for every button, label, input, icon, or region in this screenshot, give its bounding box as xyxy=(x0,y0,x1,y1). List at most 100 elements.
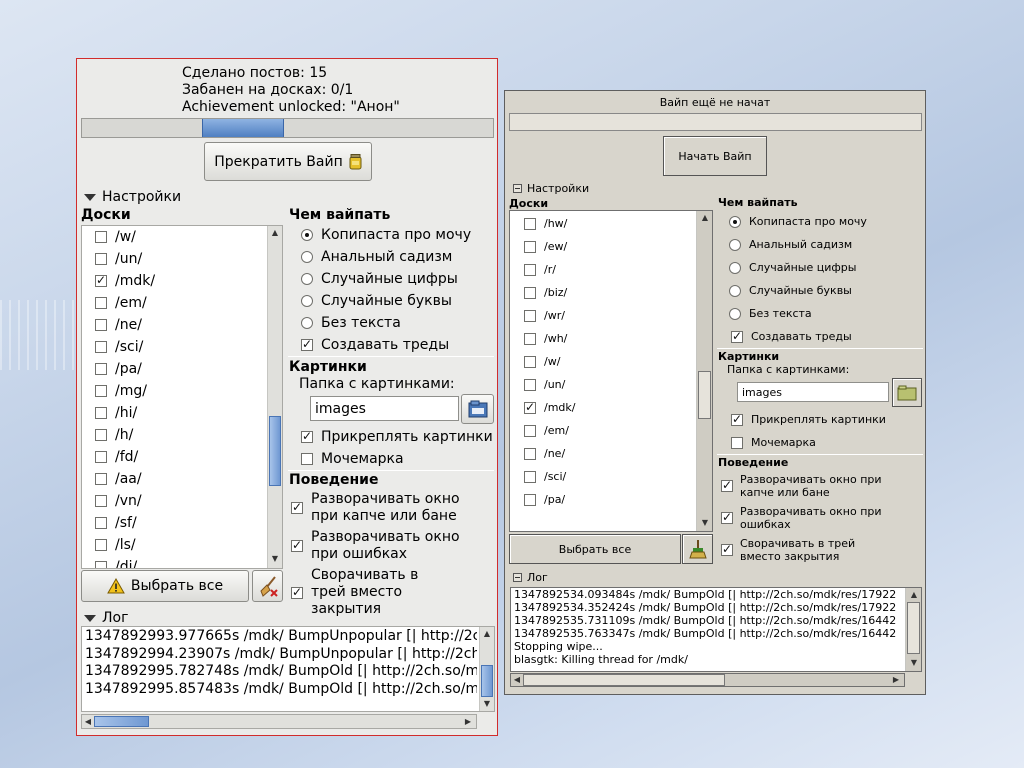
board-item[interactable]: /mdk/ xyxy=(524,400,575,414)
board-checkbox[interactable] xyxy=(524,424,536,437)
board-checkbox[interactable] xyxy=(524,263,536,276)
radio-button[interactable] xyxy=(301,273,313,285)
board-item[interactable]: /em/ xyxy=(524,424,569,437)
board-checkbox[interactable] xyxy=(95,341,107,353)
board-item[interactable]: /wh/ xyxy=(524,332,567,345)
board-item[interactable]: /ne/ xyxy=(95,317,142,333)
log-vscrollbar[interactable]: ▲ ▼ xyxy=(479,627,494,711)
log-expander[interactable]: Лог xyxy=(513,571,548,584)
board-item[interactable]: /vn/ xyxy=(95,493,142,509)
board-item[interactable]: /pa/ xyxy=(524,493,565,506)
radio-button[interactable] xyxy=(301,317,313,329)
checkbox[interactable] xyxy=(291,538,303,552)
log-vscroll-thumb[interactable] xyxy=(907,602,920,654)
board-item[interactable]: /hi/ xyxy=(95,405,137,421)
wipe-option-radio[interactable]: Копипаста про мочу xyxy=(301,227,471,243)
scroll-up-arrow-icon[interactable]: ▲ xyxy=(270,228,280,238)
board-checkbox[interactable] xyxy=(95,407,107,419)
board-checkbox[interactable] xyxy=(95,429,107,441)
checkbox[interactable] xyxy=(721,510,733,524)
board-checkbox[interactable] xyxy=(524,447,536,460)
wipe-option-radio[interactable]: Случайные цифры xyxy=(301,271,458,287)
checkbox[interactable] xyxy=(301,337,313,351)
board-checkbox[interactable] xyxy=(95,451,107,463)
mochemarka-checkbox[interactable]: Мочемарка xyxy=(301,451,404,467)
board-checkbox[interactable] xyxy=(524,470,536,483)
board-checkbox[interactable] xyxy=(95,273,107,287)
board-checkbox[interactable] xyxy=(95,517,107,529)
board-item[interactable]: /h/ xyxy=(95,427,133,443)
scroll-down-arrow-icon[interactable]: ▼ xyxy=(700,518,710,528)
scroll-right-arrow-icon[interactable]: ▶ xyxy=(464,717,472,727)
maximize-on-captcha-checkbox[interactable]: Разворачивать окно при капче или бане xyxy=(291,491,491,525)
board-checkbox[interactable] xyxy=(95,319,107,331)
log-hscroll-thumb[interactable] xyxy=(523,674,725,686)
wipe-option-radio[interactable]: Случайные цифры xyxy=(729,261,856,274)
checkbox[interactable] xyxy=(731,412,743,426)
select-all-button[interactable]: Выбрать все xyxy=(509,534,681,564)
checkbox[interactable] xyxy=(731,329,743,343)
board-checkbox[interactable] xyxy=(95,385,107,397)
images-folder-input[interactable]: images xyxy=(310,396,459,421)
board-item[interactable]: /w/ xyxy=(95,229,136,245)
wipe-option-radio[interactable]: Случайные буквы xyxy=(729,284,852,297)
log-vscroll-thumb[interactable] xyxy=(481,665,493,697)
boards-scrollbar[interactable]: ▲ ▼ xyxy=(696,211,712,531)
board-checkbox[interactable] xyxy=(95,539,107,551)
checkbox[interactable] xyxy=(291,585,303,599)
maximize-on-error-checkbox[interactable]: Разворачивать окно при ошибках xyxy=(721,505,905,531)
minimize-to-tray-checkbox[interactable]: Сворачивать в трей вместо закрытия xyxy=(291,567,451,618)
board-checkbox[interactable] xyxy=(524,217,536,230)
board-checkbox[interactable] xyxy=(95,231,107,243)
scroll-down-arrow-icon[interactable]: ▼ xyxy=(482,699,492,709)
clear-selection-button[interactable] xyxy=(252,570,283,602)
board-item[interactable]: /mg/ xyxy=(95,383,147,399)
board-checkbox[interactable] xyxy=(524,240,536,253)
start-wipe-button[interactable]: Начать Вайп xyxy=(663,136,767,176)
board-checkbox[interactable] xyxy=(524,309,536,322)
scroll-left-arrow-icon[interactable]: ◀ xyxy=(84,717,92,727)
board-item[interactable]: /fd/ xyxy=(95,449,138,465)
board-checkbox[interactable] xyxy=(95,253,107,265)
log-hscroll-thumb[interactable] xyxy=(94,716,149,727)
log-vscrollbar[interactable]: ▲ ▼ xyxy=(905,588,921,671)
radio-button[interactable] xyxy=(729,238,741,251)
create-threads-checkbox[interactable]: Создавать треды xyxy=(731,329,852,343)
board-item[interactable]: /sf/ xyxy=(95,515,137,531)
board-checkbox[interactable] xyxy=(95,297,107,309)
scroll-up-arrow-icon[interactable]: ▲ xyxy=(909,590,919,600)
board-checkbox[interactable] xyxy=(524,355,536,368)
board-item[interactable]: /ls/ xyxy=(95,537,136,553)
boards-list[interactable]: /w/ /un/ /mdk/ /em/ /ne/ /sci/ /pa/ /mg/ /hi/ /h/… xyxy=(81,225,283,569)
board-item[interactable]: /hw/ xyxy=(524,217,567,230)
radio-button[interactable] xyxy=(729,261,741,274)
board-item[interactable]: /sci/ xyxy=(95,339,143,355)
board-item[interactable]: /ew/ xyxy=(524,240,567,253)
board-checkbox[interactable] xyxy=(524,378,536,391)
attach-images-checkbox[interactable]: Прикреплять картинки xyxy=(731,412,886,426)
minimize-to-tray-checkbox[interactable]: Сворачивать в трей вместо закрытия xyxy=(721,537,880,563)
wipe-option-radio[interactable]: Копипаста про мочу xyxy=(729,215,867,228)
log-hscrollbar[interactable]: ◀ ▶ xyxy=(510,673,905,687)
select-all-button[interactable]: Выбрать все xyxy=(81,570,249,602)
attach-images-checkbox[interactable]: Прикреплять картинки xyxy=(301,429,493,445)
board-checkbox[interactable] xyxy=(95,363,107,375)
board-checkbox[interactable] xyxy=(95,561,107,568)
board-item[interactable]: /w/ xyxy=(524,355,560,368)
boards-scrollbar[interactable]: ▲ ▼ xyxy=(267,226,282,568)
checkbox[interactable] xyxy=(731,436,743,449)
browse-folder-button[interactable] xyxy=(461,394,494,424)
wipe-option-radio[interactable]: Без текста xyxy=(301,315,401,331)
browse-folder-button[interactable] xyxy=(892,378,922,407)
board-item[interactable]: /ne/ xyxy=(524,447,565,460)
checkbox[interactable] xyxy=(301,453,313,465)
boards-scroll-thumb[interactable] xyxy=(698,371,711,419)
board-item[interactable]: /em/ xyxy=(95,295,147,311)
board-item[interactable]: /wr/ xyxy=(524,309,565,322)
board-item[interactable]: /mdk/ xyxy=(95,273,155,289)
scroll-right-arrow-icon[interactable]: ▶ xyxy=(892,675,900,685)
stop-wipe-button[interactable]: Прекратить Вайп xyxy=(204,142,372,181)
board-checkbox[interactable] xyxy=(95,495,107,507)
maximize-on-captcha-checkbox[interactable]: Разворачивать окно при капче или бане xyxy=(721,473,905,499)
mochemarka-checkbox[interactable]: Мочемарка xyxy=(731,436,816,449)
